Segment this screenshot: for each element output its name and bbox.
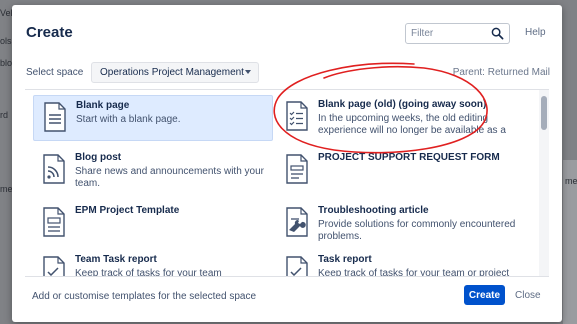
- template-description: Share news and announcements with your t…: [75, 166, 265, 189]
- parent-label: Parent: Returned Mail: [452, 67, 550, 78]
- blank-page-icon: [44, 102, 66, 132]
- template-item-blank-page-old[interactable]: Blank page (old) (going away soon) In th…: [276, 95, 514, 139]
- template-name: Troubleshooting article: [318, 205, 429, 216]
- blog-post-icon: [43, 154, 65, 184]
- help-link[interactable]: Help: [525, 27, 546, 38]
- template-name: PROJECT SUPPORT REQUEST FORM: [318, 152, 500, 163]
- template-name: Blank page: [76, 100, 130, 111]
- close-button[interactable]: Close: [515, 290, 541, 301]
- space-select-value: Operations Project Management: [100, 67, 244, 78]
- template-name: Task report: [318, 254, 372, 265]
- template-item-team-task-report[interactable]: Team Task report Keep track of tasks for…: [33, 250, 271, 276]
- template-description: Provide solutions for commonly encounter…: [318, 219, 516, 242]
- checklist-page-icon: [286, 101, 308, 131]
- template-item-blog-post[interactable]: Blog post Share news and announcements w…: [33, 148, 271, 192]
- create-dialog: Create Help Select space Operations Proj…: [12, 5, 562, 322]
- template-description: Keep track of tasks for your team or pro…: [318, 268, 510, 277]
- background-text-fragment: blo: [0, 58, 13, 68]
- filter-input[interactable]: [406, 24, 487, 43]
- template-name: Blog post: [75, 152, 122, 163]
- template-description: In the upcoming weeks, the old editing e…: [318, 113, 506, 136]
- template-description: Start with a blank page.: [76, 114, 181, 125]
- template-item-epm-project-template[interactable]: EPM Project Template: [33, 201, 271, 245]
- template-list: Blank page Start with a blank page. Blan…: [25, 89, 549, 277]
- background-text-fragment: me: [565, 176, 577, 186]
- background-text-fragment: me: [0, 184, 13, 194]
- template-name: Blank page (old) (going away soon): [318, 99, 487, 110]
- search-icon[interactable]: [491, 27, 504, 40]
- template-list-scrollbar[interactable]: [539, 90, 549, 276]
- dialog-title: Create: [26, 24, 73, 41]
- background-text-fragment: rd: [0, 110, 9, 120]
- project-template-icon: [43, 207, 65, 237]
- page-icon: [286, 154, 308, 184]
- space-select[interactable]: Operations Project Management: [91, 62, 259, 83]
- task-report-icon: [43, 256, 65, 276]
- troubleshooting-icon: [286, 207, 308, 237]
- customise-templates-link[interactable]: Add or customise templates for the selec…: [32, 291, 256, 302]
- template-name: EPM Project Template: [75, 205, 180, 216]
- template-item-project-support-request-form[interactable]: PROJECT SUPPORT REQUEST FORM: [276, 148, 514, 192]
- template-item-troubleshooting-article[interactable]: Troubleshooting article Provide solution…: [276, 201, 515, 245]
- background-text-fragment: Vel: [0, 8, 13, 18]
- template-item-task-report[interactable]: Task report Keep track of tasks for your…: [276, 250, 514, 276]
- filter-box[interactable]: [405, 23, 510, 44]
- task-report-icon: [286, 256, 308, 276]
- select-space-label: Select space: [26, 67, 84, 78]
- template-description: Keep track of tasks for your team: [75, 268, 222, 277]
- template-item-blank-page[interactable]: Blank page Start with a blank page.: [33, 95, 273, 141]
- template-name: Team Task report: [75, 254, 157, 265]
- chevron-down-icon: [245, 70, 251, 74]
- scrollbar-thumb[interactable]: [541, 96, 547, 130]
- create-button[interactable]: Create: [464, 285, 505, 305]
- background-text-fragment: ols: [0, 36, 12, 46]
